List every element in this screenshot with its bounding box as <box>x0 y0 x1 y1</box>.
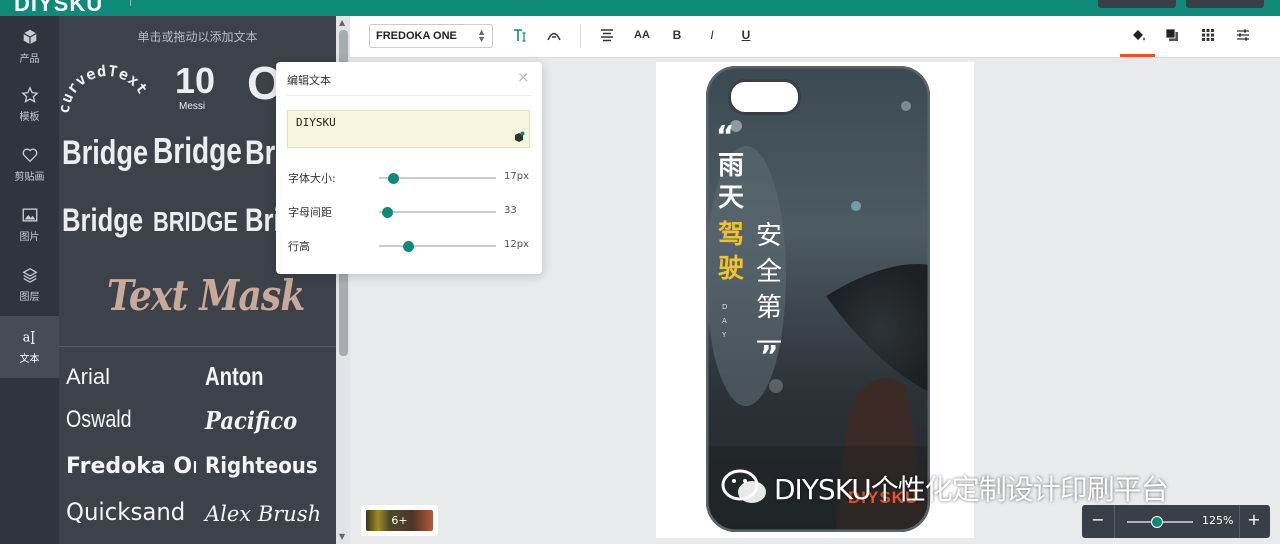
design-text-line1[interactable]: 雨天 <box>718 150 748 214</box>
font-size-slider[interactable] <box>379 172 496 184</box>
letter-spacing-value: 33 <box>504 205 517 216</box>
panel-divider <box>59 346 336 347</box>
font-option-anton[interactable]: Anton <box>205 361 264 392</box>
line-height-label: 行高 <box>288 240 310 253</box>
align-center-icon[interactable] <box>596 25 618 45</box>
rail-label: 图片 <box>19 232 40 243</box>
slider-knob[interactable] <box>381 206 393 218</box>
rail-item-text[interactable]: a 文本 <box>0 316 59 378</box>
text-sample-bridge-5[interactable]: BRIDGE <box>153 206 238 238</box>
pattern-icon[interactable] <box>1197 25 1219 45</box>
select-arrow-icon: ▲ ▼ <box>477 27 486 44</box>
letter-spacing-label: 字母间距 <box>288 206 332 219</box>
scroll-up-icon[interactable]: ▲ <box>339 18 345 27</box>
zoom-control: − 125% + <box>1082 505 1270 538</box>
zoom-divider <box>1114 505 1115 538</box>
active-tab-indicator <box>1120 54 1155 57</box>
font-option-quicksand[interactable]: Quicksand <box>66 498 185 526</box>
rail-label: 模板 <box>19 112 40 123</box>
font-size-label: 字体大小: <box>288 172 336 185</box>
top-bar: DIYSKU <box>0 0 1280 16</box>
svg-text:curvedText: curvedText <box>61 62 151 115</box>
tool-rail: 产品 模板 剪贴画 图片 图层 a 文本 <box>0 16 59 544</box>
save-button[interactable] <box>1186 0 1264 8</box>
line-height-value: 12px <box>504 239 529 250</box>
heart-icon <box>22 148 37 163</box>
text-sample-bridge-1[interactable]: Bridge <box>62 134 148 173</box>
design-quote-close[interactable]: ” <box>760 342 778 370</box>
toolbar-divider <box>580 24 581 48</box>
text-sample-mask[interactable]: Text Mask <box>107 271 305 320</box>
svg-text:a: a <box>22 330 30 345</box>
star-icon <box>20 86 39 104</box>
text-tool-icon: a <box>22 330 34 345</box>
image-icon <box>22 208 37 222</box>
text-sample-curved[interactable]: curvedText <box>61 56 151 118</box>
font-family-value: FREDOKA ONE <box>376 30 457 42</box>
popup-divider <box>287 95 531 96</box>
text-sample-bridge-4[interactable]: Bridge <box>62 202 143 239</box>
rail-label: 产品 <box>19 54 40 65</box>
font-option-oswald[interactable]: Oswald <box>66 406 132 434</box>
text-content-input[interactable]: DIYSKU <box>287 110 530 148</box>
rail-item-clipart[interactable]: 剪贴画 <box>0 134 59 192</box>
slider-knob[interactable] <box>387 172 399 184</box>
watermark-text: DIYSKU个性化定制设计印刷平台 <box>774 473 1169 506</box>
edit-text-popup: 编辑文本 × DIYSKU 字体大小: 17px 字母间距 33 行高 12px <box>276 62 542 274</box>
text-style-icon[interactable] <box>509 25 531 45</box>
rail-item-layers[interactable]: 图层 <box>0 254 59 312</box>
zoom-in-button[interactable]: + <box>1244 510 1264 529</box>
zoom-slider-knob[interactable] <box>1150 516 1163 528</box>
curve-text-icon[interactable] <box>543 25 565 45</box>
bold-icon[interactable]: B <box>666 25 688 45</box>
rail-label: 文本 <box>19 354 40 365</box>
font-family-select[interactable]: FREDOKA ONE ▲ ▼ <box>369 24 493 48</box>
rail-item-images[interactable]: 图片 <box>0 194 59 252</box>
adjust-icon[interactable] <box>1232 25 1254 45</box>
letter-spacing-slider[interactable] <box>379 206 496 218</box>
rail-label: 图层 <box>19 292 40 303</box>
font-option-pacifico[interactable]: Pacifico <box>205 406 297 435</box>
popup-title: 编辑文本 <box>287 74 331 87</box>
layers-icon <box>21 267 38 283</box>
fill-color-icon[interactable] <box>1127 25 1149 45</box>
app-logo[interactable]: DIYSKU <box>14 0 103 17</box>
font-option-righteous[interactable]: Righteous <box>205 454 318 479</box>
zoom-divider <box>1239 505 1240 538</box>
panel-hint: 单击或拖动以添加文本 <box>137 30 258 44</box>
font-option-fredoka[interactable]: Fredoka One <box>66 454 196 479</box>
font-option-alex-brush[interactable]: Alex Brush <box>205 502 321 526</box>
preview-button[interactable] <box>1098 0 1176 8</box>
zoom-slider[interactable] <box>1127 516 1193 528</box>
text-edit-icon[interactable] <box>513 131 525 143</box>
text-sample-bridge-2[interactable]: Bridge <box>153 130 242 172</box>
zoom-out-button[interactable]: − <box>1088 510 1108 529</box>
rail-item-product[interactable]: 产品 <box>0 16 59 74</box>
font-option-arial[interactable]: Arial <box>66 364 110 390</box>
shadow-icon[interactable] <box>1161 25 1183 45</box>
font-size-icon[interactable]: AA <box>631 25 653 45</box>
underline-icon[interactable]: U <box>735 25 757 45</box>
close-icon[interactable]: × <box>517 68 530 86</box>
design-small-text[interactable]: D A Y <box>722 300 730 342</box>
scroll-down-icon[interactable]: ▼ <box>339 532 345 541</box>
color-count-badge[interactable]: 6+ <box>366 510 433 531</box>
rail-item-templates[interactable]: 模板 <box>0 74 59 132</box>
font-size-value: 17px <box>504 171 529 182</box>
wechat-icon <box>721 469 766 503</box>
design-quote-open[interactable]: “ <box>716 122 734 150</box>
camera-cutout <box>728 79 801 115</box>
line-height-slider[interactable] <box>379 240 496 252</box>
rail-label: 剪贴画 <box>14 172 45 183</box>
phone-case-preview[interactable] <box>706 66 930 532</box>
cube-icon <box>22 29 37 45</box>
zoom-level: 125% <box>1202 514 1234 527</box>
logo-divider <box>130 0 131 6</box>
italic-icon[interactable]: I <box>701 25 723 45</box>
slider-knob[interactable] <box>402 240 414 252</box>
design-text-line1b[interactable]: 驾驶 <box>718 218 748 286</box>
text-sample-number[interactable]: 10 <box>175 60 215 102</box>
text-sample-caption: Messi <box>179 101 206 112</box>
